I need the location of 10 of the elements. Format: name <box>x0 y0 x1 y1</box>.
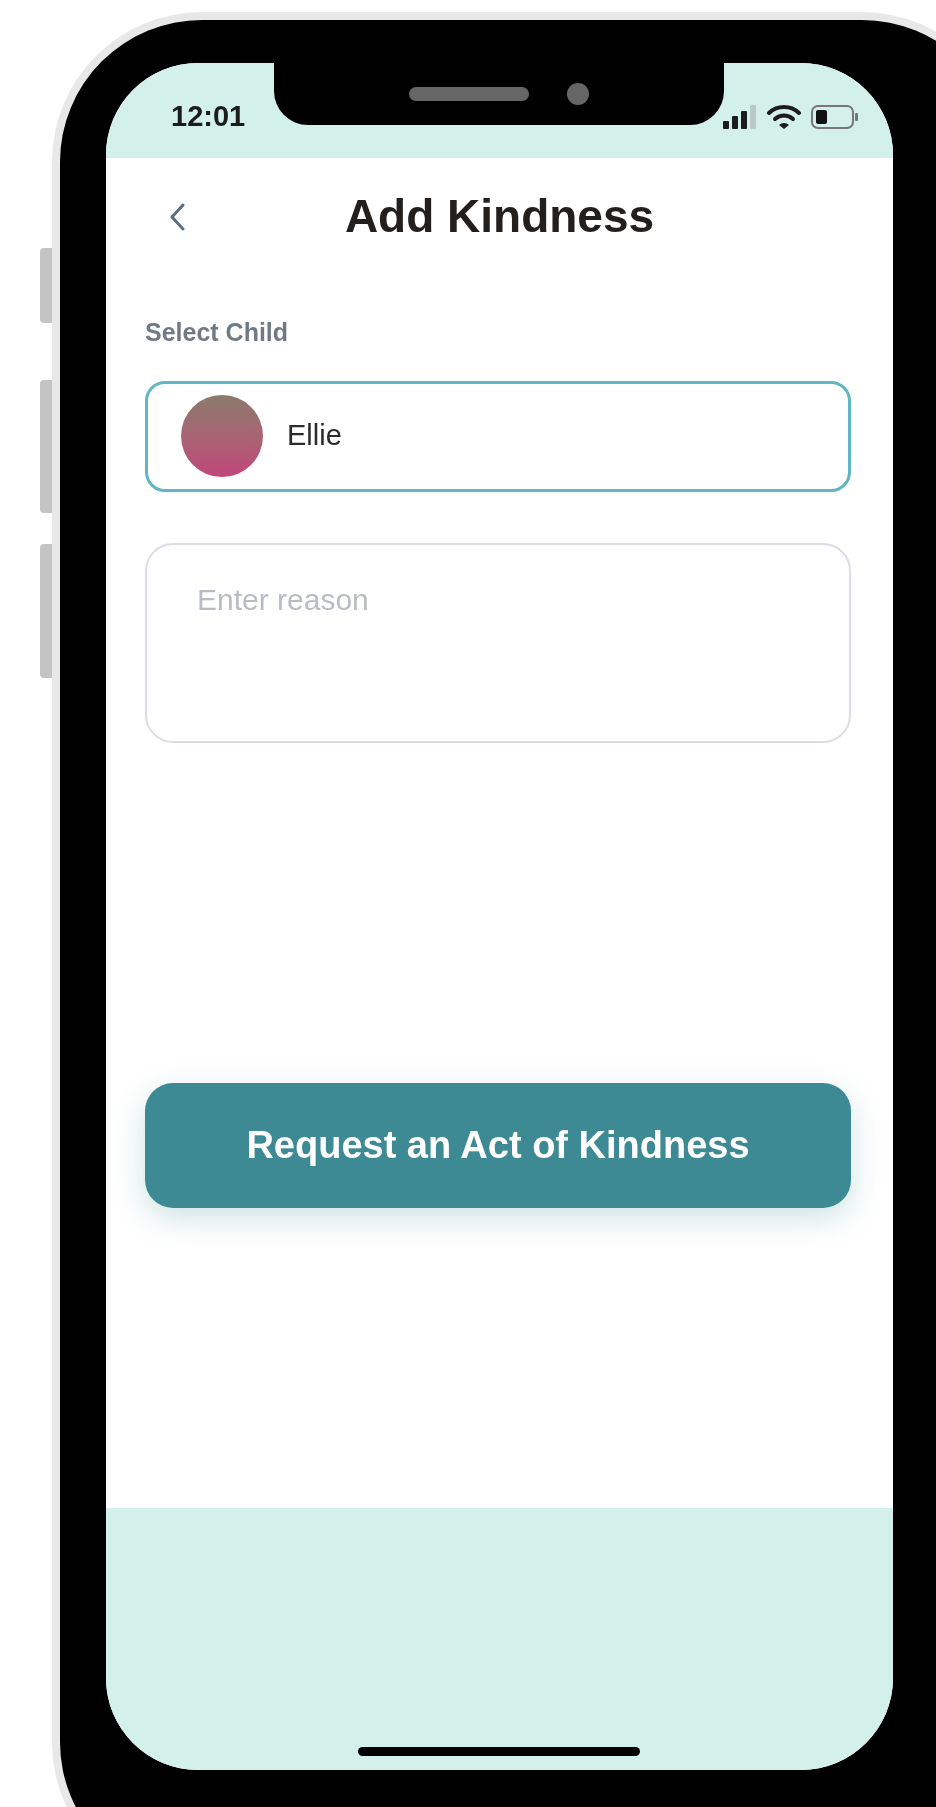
signal-icon <box>723 104 757 129</box>
chevron-left-icon <box>169 203 185 231</box>
page-title: Add Kindness <box>344 188 655 244</box>
reason-field[interactable]: Enter reason <box>145 542 851 743</box>
wifi-icon <box>767 103 801 130</box>
field-label: Select Child <box>145 317 290 348</box>
battery-icon <box>811 103 859 130</box>
status-time: 12:01 <box>171 98 246 134</box>
request-button[interactable]: Request an Act of Kindness <box>145 1082 851 1208</box>
child-select-field[interactable]: Ellie <box>145 380 851 492</box>
